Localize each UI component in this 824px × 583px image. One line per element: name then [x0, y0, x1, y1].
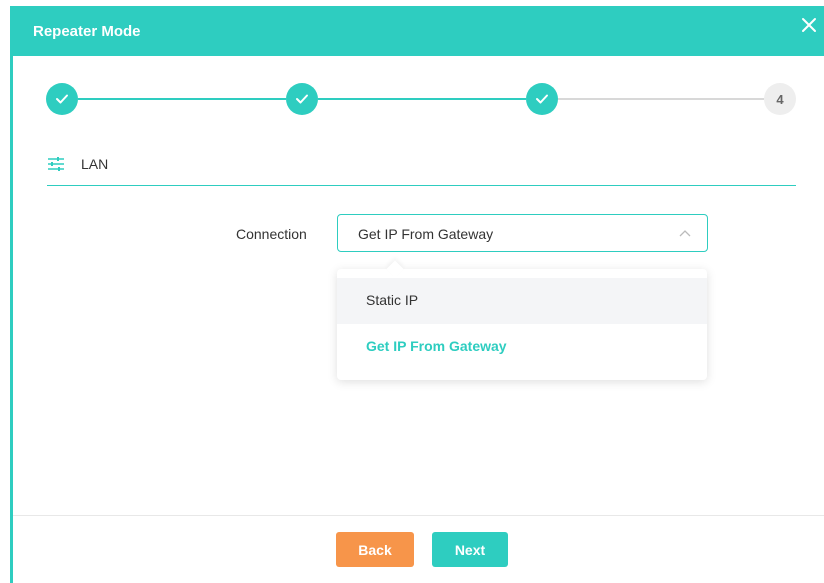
footer-divider — [13, 515, 824, 516]
check-icon — [56, 94, 68, 104]
step-connector-1 — [78, 98, 286, 100]
option-static-ip[interactable]: Static IP — [337, 278, 707, 324]
sliders-icon — [48, 157, 64, 171]
check-icon — [536, 94, 548, 104]
step-1-complete — [46, 83, 78, 115]
step-3-complete — [526, 83, 558, 115]
section-title: LAN — [81, 156, 109, 172]
connection-label: Connection — [236, 226, 307, 242]
connection-dropdown: Static IP Get IP From Gateway — [337, 260, 707, 380]
step-connector-2 — [318, 98, 526, 100]
dialog-titlebar: Repeater Mode — [10, 6, 824, 56]
step-2-complete — [286, 83, 318, 115]
connection-select[interactable]: Get IP From Gateway — [337, 214, 708, 252]
back-button[interactable]: Back — [336, 532, 414, 567]
option-label: Static IP — [366, 292, 419, 308]
option-label: Get IP From Gateway — [366, 338, 507, 354]
step-connector-3 — [558, 98, 764, 100]
step-number: 4 — [776, 91, 784, 107]
check-icon — [296, 94, 308, 104]
option-get-ip-from-gateway[interactable]: Get IP From Gateway — [337, 324, 707, 370]
close-icon[interactable] — [800, 16, 818, 34]
chevron-up-icon — [679, 230, 691, 237]
left-accent-bar — [10, 56, 13, 583]
dropdown-caret — [386, 260, 404, 278]
section-divider — [47, 185, 796, 186]
next-button[interactable]: Next — [432, 532, 508, 567]
connection-select-value: Get IP From Gateway — [358, 226, 494, 242]
repeater-mode-dialog: Repeater Mode 4 LAN Connection Get IP Fr… — [0, 0, 824, 583]
dialog-title: Repeater Mode — [33, 23, 141, 40]
step-4-current: 4 — [764, 83, 796, 115]
